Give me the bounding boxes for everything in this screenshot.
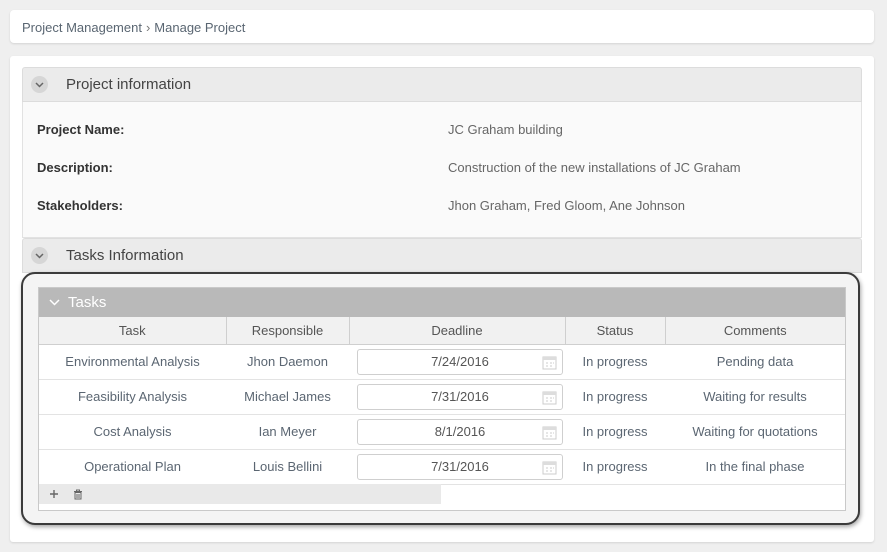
task-cell: Cost Analysis [39,414,226,450]
deadline-date-input[interactable]: 7/31/2016 [357,453,563,480]
chevron-down-icon[interactable] [31,247,48,264]
breadcrumb: Project Management › Manage Project [10,10,874,43]
tasks-info-header[interactable]: Tasks Information [22,238,862,273]
deadline-value: 7/31/2016 [431,458,489,474]
status-cell: In progress [565,344,665,380]
column-header-responsible[interactable]: Responsible [226,317,350,345]
deadline-date-input[interactable]: 7/31/2016 [357,383,563,410]
tasks-grid: Tasks Task Responsible Deadline Status C… [38,287,846,511]
responsible-cell: Ian Meyer [226,414,349,450]
comments-cell: Waiting for results [665,379,845,415]
table-row[interactable]: Cost Analysis Ian Meyer 8/1/2016 In prog… [39,414,845,450]
deadline-value: 7/24/2016 [431,353,489,369]
task-cell: Environmental Analysis [39,344,226,380]
project-info-header[interactable]: Project information [22,67,862,102]
comments-cell: Pending data [665,344,845,380]
project-name-label: Project Name: [37,122,125,137]
tasks-grid-toolbar [39,484,441,504]
stakeholders-label: Stakeholders: [37,198,123,213]
tasks-table: Task Responsible Deadline Status Comment… [39,317,845,485]
manage-project-form: Project information Project Name: JC Gra… [10,56,874,542]
column-header-comments[interactable]: Comments [665,317,845,345]
deadline-value: 7/31/2016 [431,388,489,404]
status-cell: In progress [565,379,665,415]
table-row[interactable]: Feasibility Analysis Michael James 7/31/… [39,379,845,415]
comments-cell: In the final phase [665,449,845,485]
task-cell: Feasibility Analysis [39,379,226,415]
chevron-down-icon[interactable] [49,299,60,306]
breadcrumb-parent[interactable]: Project Management [22,20,142,35]
deadline-cell: 8/1/2016 [349,414,565,450]
responsible-cell: Louis Bellini [226,449,349,485]
calendar-icon[interactable] [542,390,557,405]
deadline-cell: 7/31/2016 [349,379,565,415]
responsible-cell: Michael James [226,379,349,415]
breadcrumb-separator: › [145,20,151,35]
tasks-grid-header[interactable]: Tasks [39,288,845,317]
column-header-deadline[interactable]: Deadline [349,317,566,345]
breadcrumb-current: Manage Project [154,20,246,35]
project-name-value: JC Graham building [448,122,563,137]
description-value: Construction of the new installations of… [448,160,741,175]
deadline-cell: 7/31/2016 [349,449,565,485]
deadline-date-input[interactable]: 8/1/2016 [357,418,563,445]
description-label: Description: [37,160,113,175]
stakeholders-value: Jhon Graham, Fred Gloom, Ane Johnson [448,198,686,213]
calendar-icon[interactable] [542,355,557,370]
status-cell: In progress [565,414,665,450]
deadline-date-input[interactable]: 7/24/2016 [357,348,563,375]
responsible-cell: Jhon Daemon [226,344,349,380]
status-cell: In progress [565,449,665,485]
tasks-info-title: Tasks Information [66,247,184,264]
plus-icon[interactable] [49,489,59,499]
deadline-cell: 7/24/2016 [349,344,565,380]
chevron-down-icon[interactable] [31,76,48,93]
column-header-status[interactable]: Status [565,317,666,345]
deadline-value: 8/1/2016 [434,423,486,439]
project-info-body: Project Name: JC Graham building Descrip… [22,102,862,238]
calendar-icon[interactable] [542,460,557,475]
column-header-task[interactable]: Task [39,317,227,345]
table-row[interactable]: Operational Plan Louis Bellini 7/31/2016… [39,449,845,485]
table-row[interactable]: Environmental Analysis Jhon Daemon 7/24/… [39,344,845,380]
project-info-title: Project information [66,76,192,93]
comments-cell: Waiting for quotations [665,414,845,450]
tasks-grid-title: Tasks [68,294,107,311]
tasks-table-header-row: Task Responsible Deadline Status Comment… [39,317,845,345]
task-cell: Operational Plan [39,449,226,485]
calendar-icon[interactable] [542,425,557,440]
trash-icon[interactable] [73,489,83,500]
